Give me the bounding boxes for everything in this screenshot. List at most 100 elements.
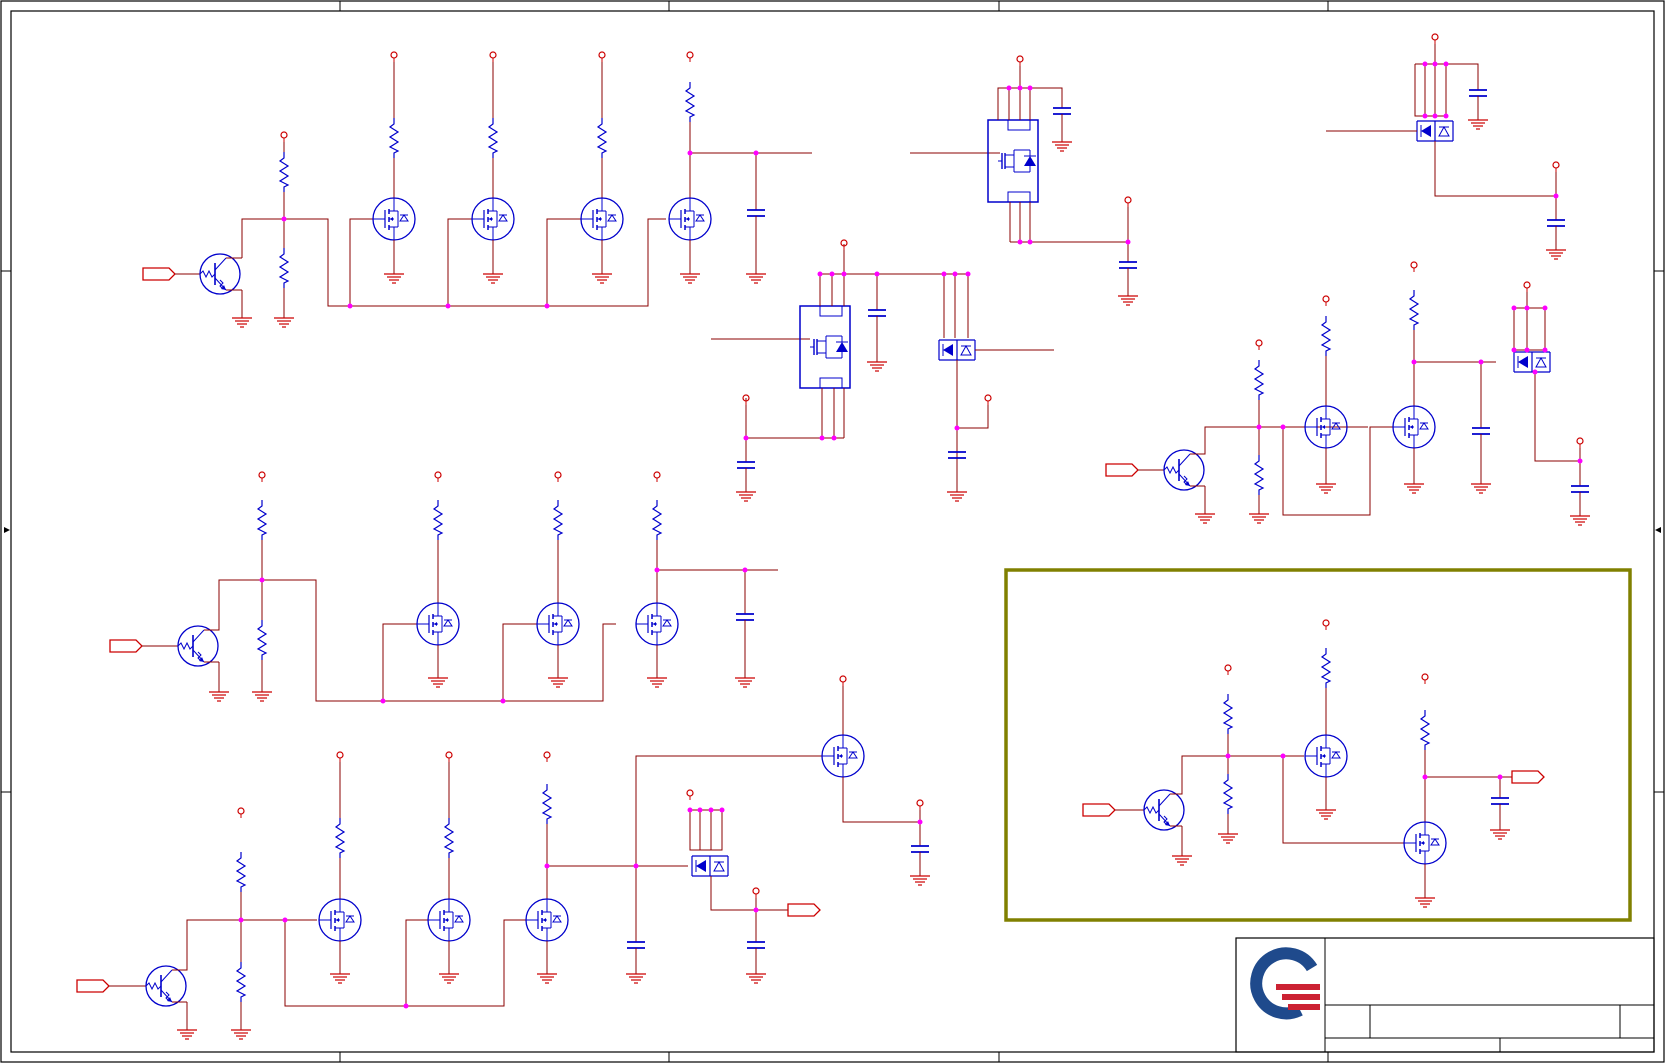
resistor	[444, 817, 454, 859]
circuit-block-5	[1105, 261, 1591, 526]
ground-symbol	[383, 273, 405, 284]
resistor	[279, 151, 289, 193]
circuit-block-1	[142, 51, 812, 328]
power-port	[839, 675, 847, 687]
capacitor	[1118, 261, 1138, 269]
ground-symbol	[208, 691, 230, 702]
ground-symbol	[1489, 829, 1511, 840]
ground-symbol	[1403, 483, 1425, 494]
ground-symbol	[625, 973, 647, 984]
resistor	[1223, 773, 1233, 815]
circuit-block-3	[910, 55, 1139, 306]
capacitor	[735, 613, 755, 621]
capacitor	[1468, 89, 1488, 97]
npn-transistor	[1163, 449, 1205, 491]
ground-symbol	[1470, 483, 1492, 494]
input-port-4	[76, 979, 110, 993]
capacitor	[626, 941, 646, 949]
capacitor	[746, 941, 766, 949]
ground-symbol	[1171, 855, 1193, 866]
mosfet	[318, 898, 362, 942]
ground-symbol	[745, 273, 767, 284]
capacitor	[1546, 219, 1566, 227]
resistor	[488, 117, 498, 159]
ground-symbol	[1414, 897, 1436, 908]
resistor	[257, 619, 267, 661]
resistor	[1420, 709, 1430, 751]
ground-symbol	[1248, 513, 1270, 524]
drawing-frame	[0, 0, 1665, 1063]
output-port-1	[787, 903, 821, 917]
circuit-block-2	[711, 239, 1054, 502]
ground-symbol	[1217, 833, 1239, 844]
npn-transistor-1	[199, 253, 241, 295]
capacitor	[867, 309, 887, 317]
input-port-1	[142, 267, 176, 281]
load-switch-ic	[799, 305, 851, 389]
capacitor	[1052, 107, 1072, 115]
resistor	[257, 499, 267, 541]
npn-transistor	[177, 625, 219, 667]
ground-symbol	[482, 273, 504, 284]
highlighted-region	[1004, 568, 1632, 922]
load-switch-ic	[987, 119, 1039, 203]
power-port	[554, 471, 562, 483]
resistor	[685, 81, 695, 123]
power-port	[984, 394, 992, 406]
mosfet	[580, 197, 624, 241]
resistor	[1254, 454, 1264, 496]
mosfet	[1403, 821, 1447, 865]
ground-symbol	[1315, 483, 1337, 494]
ground-symbol	[230, 1029, 252, 1040]
circuit-block-6	[109, 471, 778, 704]
power-port	[1322, 295, 1330, 307]
mosfet	[1513, 351, 1551, 373]
resistor	[1254, 359, 1264, 401]
circuit-block-7	[76, 675, 931, 1040]
ground-symbol	[231, 317, 253, 328]
power-port	[1255, 339, 1263, 351]
ground-symbol	[1117, 295, 1139, 306]
power-port	[598, 51, 606, 63]
ground-symbol	[909, 875, 931, 886]
resistor	[279, 247, 289, 289]
ground-symbol	[1315, 809, 1337, 820]
resistor	[542, 783, 552, 825]
capacitor	[1471, 427, 1491, 435]
input-port-2	[1105, 463, 1139, 477]
power-port	[445, 751, 453, 763]
resistor	[1321, 647, 1331, 689]
ground-symbol	[427, 677, 449, 688]
input-port-3	[109, 639, 143, 653]
resistor	[389, 117, 399, 159]
mosfet	[635, 602, 679, 646]
mosfet	[938, 339, 976, 361]
power-port	[543, 751, 551, 763]
ground-symbol	[1569, 515, 1591, 526]
mosfet	[668, 197, 712, 241]
capacitor	[746, 209, 766, 217]
power-port	[653, 471, 661, 483]
capacitor	[736, 461, 756, 469]
power-port	[686, 789, 694, 801]
resistor	[335, 817, 345, 859]
resistor	[1409, 289, 1419, 331]
mosfet	[1416, 120, 1454, 142]
mosfet	[536, 602, 580, 646]
output-port-2	[1511, 770, 1545, 784]
ground-symbol	[176, 1029, 198, 1040]
power-port	[1523, 281, 1531, 293]
mosfet	[427, 898, 471, 942]
npn-transistor	[145, 965, 187, 1007]
ground-symbol	[1467, 119, 1489, 130]
ground-symbol	[438, 973, 460, 984]
mosfet	[691, 855, 729, 877]
power-port	[686, 51, 694, 63]
resistor	[553, 499, 563, 541]
power-port	[1552, 161, 1560, 173]
ground-symbol	[273, 317, 295, 328]
mosfet	[525, 898, 569, 942]
ground-symbol	[547, 677, 569, 688]
resistor	[652, 499, 662, 541]
company-logo	[1250, 947, 1320, 1020]
